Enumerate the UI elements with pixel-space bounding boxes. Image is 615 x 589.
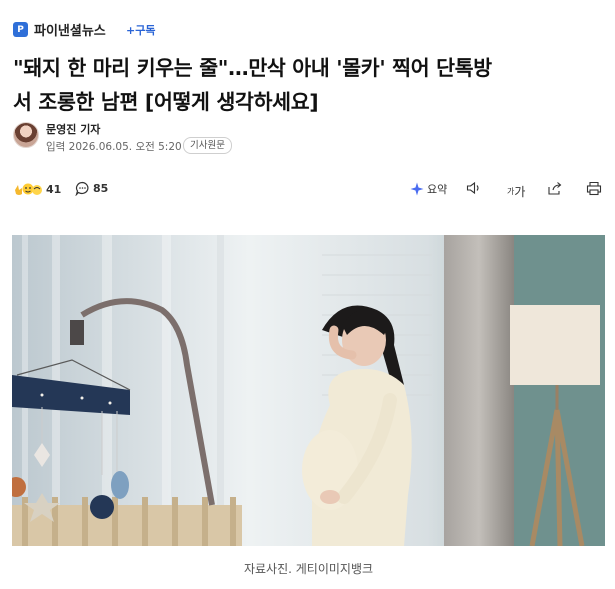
- comment-button[interactable]: 85: [75, 181, 108, 196]
- article-photo: [12, 235, 605, 546]
- reaction-emoji-icon: [13, 181, 43, 197]
- summary-button[interactable]: 요약: [410, 181, 447, 197]
- share-button[interactable]: [547, 181, 563, 196]
- original-article-button[interactable]: 기사원문: [183, 137, 232, 154]
- audio-button[interactable]: [466, 181, 482, 195]
- subscribe-button[interactable]: +구독: [126, 22, 155, 38]
- reaction-count: 41: [46, 182, 62, 196]
- print-icon: [586, 181, 602, 196]
- summary-label: 요약: [427, 183, 448, 196]
- font-size-button[interactable]: 가 가: [507, 183, 525, 200]
- article-headline: "돼지 한 마리 키우는 줄"…만삭 아내 '몰카' 찍어 단톡방 서 조롱한 …: [13, 51, 605, 119]
- font-size-small-glyph: 가: [507, 187, 515, 196]
- font-size-large-glyph: 가: [514, 185, 526, 199]
- photo-caption: 자료사진. 게티이미지뱅크: [243, 562, 374, 576]
- sparkle-icon: [410, 182, 424, 196]
- headline-line-2: 서 조롱한 남편 [어떻게 생각하세요]: [13, 90, 319, 114]
- comment-icon: [75, 181, 90, 196]
- publish-date: 입력 2026.06.05. 오전 5:20: [46, 141, 182, 153]
- publisher-name[interactable]: 파이낸셜뉴스: [34, 20, 106, 39]
- headline-line-1: "돼지 한 마리 키우는 줄"…만삭 아내 '몰카' 찍어 단톡방: [13, 56, 492, 80]
- author-name[interactable]: 문영진 기자: [46, 121, 100, 137]
- speaker-icon: [466, 181, 482, 195]
- print-button[interactable]: [586, 181, 602, 196]
- publisher-logo[interactable]: P: [13, 22, 28, 37]
- comment-count: 85: [93, 182, 109, 195]
- share-icon: [547, 181, 563, 196]
- author-avatar[interactable]: [13, 122, 39, 148]
- reaction-button[interactable]: 41: [13, 181, 61, 197]
